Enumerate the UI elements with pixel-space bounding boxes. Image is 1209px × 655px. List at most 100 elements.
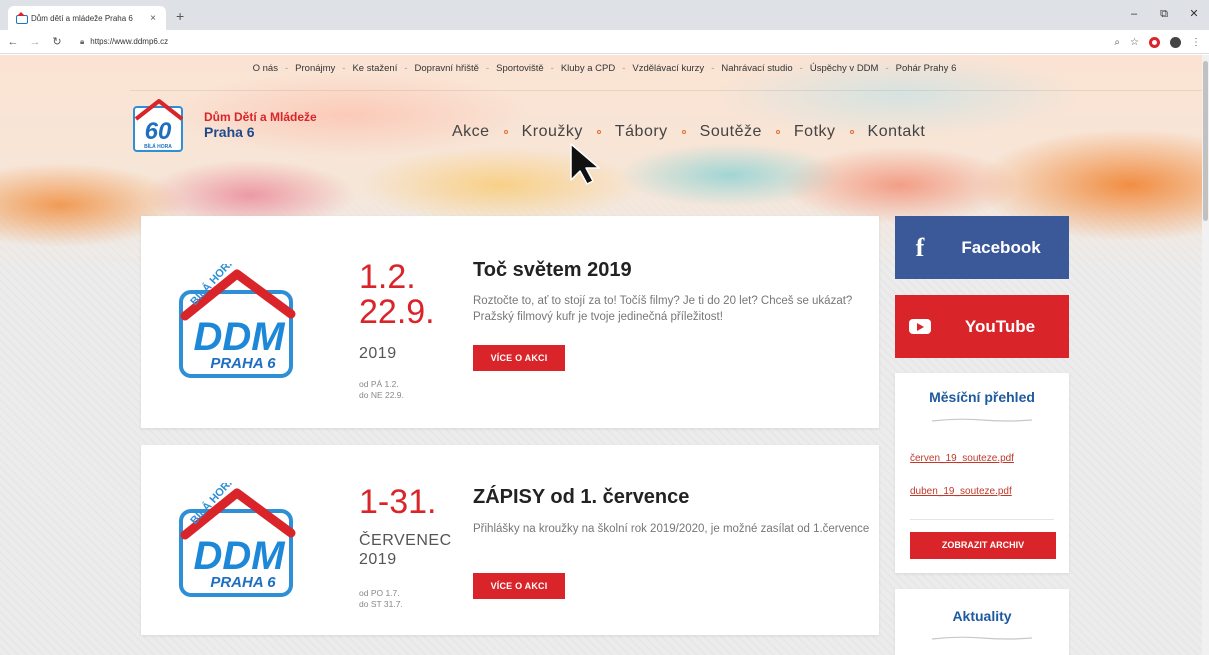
- top-nav-item[interactable]: Sportoviště: [496, 63, 544, 74]
- menu-icon[interactable]: ⋮: [1191, 37, 1201, 48]
- event-card: BÍLÁ HORA DDM PRAHA 6 1.2. 22.9. 2019 od…: [141, 216, 879, 428]
- pdf-link[interactable]: červen_19_souteze.pdf: [910, 453, 1014, 464]
- youtube-icon: [909, 319, 931, 334]
- top-nav-item[interactable]: Vzdělávací kurzy: [632, 63, 704, 74]
- top-nav-item[interactable]: Ke stažení: [352, 63, 397, 74]
- event-date-range: od PÁ 1.2. do NE 22.9.: [359, 379, 404, 402]
- bookmark-star-icon[interactable]: ☆: [1130, 37, 1139, 48]
- event-card: BÍLÁ HORA DDM PRAHA 6 1-31. ČERVENEC 201…: [141, 445, 879, 635]
- logo-main-text: DDM: [193, 315, 286, 359]
- squiggle-divider-icon: [932, 418, 1032, 422]
- address-bar[interactable]: 🔒︎ https://www.ddmp6.cz: [80, 33, 168, 51]
- show-archive-button[interactable]: ZOBRAZIT ARCHIV: [910, 532, 1056, 559]
- facebook-button[interactable]: f Facebook: [895, 216, 1069, 279]
- event-date: 1-31.: [359, 485, 437, 520]
- more-about-event-button[interactable]: VÍCE O AKCI: [473, 573, 565, 599]
- event-range-line: od PO 1.7.: [359, 588, 400, 598]
- toolbar-actions: ⌕ ☆ ⋮: [1114, 30, 1201, 54]
- news-title[interactable]: Aktuality: [895, 608, 1069, 624]
- main-nav-dot-icon: [849, 130, 854, 134]
- brand-name-line2: Praha 6: [204, 124, 255, 140]
- browser-toolbar: ← → ↻ 🔒︎ https://www.ddmp6.cz ⌕ ☆ ⋮: [0, 30, 1209, 54]
- main-nav-item[interactable]: Kontakt: [868, 123, 926, 141]
- main-nav-item[interactable]: Kroužky: [522, 123, 583, 141]
- url-text: https://www.ddmp6.cz: [90, 37, 169, 46]
- event-year: 2019: [359, 345, 397, 362]
- main-nav-item[interactable]: Akce: [452, 123, 490, 141]
- news-box: Aktuality: [895, 589, 1069, 655]
- event-title[interactable]: Toč světem 2019: [473, 259, 632, 282]
- event-date: 1.2. 22.9.: [359, 260, 435, 329]
- close-window-button[interactable]: ✕: [1179, 0, 1209, 30]
- top-nav-separator: -: [485, 63, 490, 74]
- minimize-button[interactable]: –: [1119, 0, 1149, 30]
- tab-close-icon[interactable]: ×: [148, 13, 158, 24]
- top-nav-separator: -: [799, 63, 803, 74]
- monthly-overview-box: Měsíční přehled červen_19_souteze.pdf du…: [895, 373, 1069, 573]
- browser-tab[interactable]: Dům dětí a mládeže Praha 6 ×: [8, 6, 166, 30]
- logo-main-text: DDM: [193, 534, 286, 578]
- monthly-overview-title: Měsíční přehled: [929, 389, 1035, 405]
- forward-icon[interactable]: →: [26, 36, 44, 48]
- reload-icon[interactable]: ↻: [48, 35, 66, 48]
- opera-icon[interactable]: [1149, 36, 1160, 48]
- event-description: Roztočte to, ať to stojí za to! Točíš fi…: [473, 295, 853, 323]
- divider: [130, 90, 1205, 91]
- extension-icon[interactable]: [1170, 36, 1181, 48]
- lock-icon: 🔒︎: [80, 36, 85, 46]
- event-unit-line: ČERVENEC: [359, 532, 452, 549]
- main-nav-dot-icon: [775, 130, 780, 134]
- new-tab-button[interactable]: +: [176, 8, 184, 24]
- main-nav-item[interactable]: Tábory: [615, 123, 668, 141]
- ddm-logo-icon: BÍLÁ HORA DDM PRAHA 6: [175, 254, 297, 385]
- logo-sub-text: PRAHA 6: [210, 355, 276, 372]
- window-controls: – ⧉ ✕: [1119, 0, 1209, 30]
- zoom-icon[interactable]: ⌕: [1114, 37, 1120, 48]
- facebook-label: Facebook: [961, 237, 1041, 257]
- web-page: O nás - Pronájmy - Ke stažení - Dopravní hřišt…: [0, 55, 1209, 655]
- event-unit-line: 2019: [359, 345, 397, 362]
- youtube-label: YouTube: [964, 316, 1036, 336]
- scrollbar-thumb[interactable]: [1203, 61, 1208, 221]
- event-unit-line: 2019: [359, 551, 397, 569]
- main-nav-dot-icon: [503, 130, 508, 134]
- top-nav-separator: -: [404, 63, 408, 74]
- event-date-line: 1.2.: [359, 258, 416, 296]
- brand-badge-number: 60: [145, 118, 172, 145]
- mouse-cursor-icon: [570, 143, 600, 185]
- top-nav-separator: -: [550, 63, 554, 74]
- page-scrollbar[interactable]: [1202, 55, 1209, 655]
- pdf-link[interactable]: duben_19_souteze.pdf: [910, 486, 1012, 497]
- top-nav-separator: -: [284, 63, 289, 74]
- main-nav-item[interactable]: Fotky: [794, 123, 836, 141]
- more-about-event-button[interactable]: VÍCE O AKCI: [473, 345, 565, 371]
- top-navigation: O nás - Pronájmy - Ke stažení - Dopravní hřišt…: [0, 63, 1209, 74]
- event-date-range: od PO 1.7. do ST 31.7.: [359, 588, 403, 611]
- event-title[interactable]: ZÁPISY od 1. července: [473, 486, 689, 509]
- top-nav-separator: -: [885, 63, 889, 74]
- back-icon[interactable]: ←: [4, 36, 22, 48]
- logo-sub-text: PRAHA 6: [210, 574, 276, 591]
- main-nav-item[interactable]: Soutěže: [700, 123, 762, 141]
- event-date-line: 1-31.: [359, 483, 437, 521]
- main-navigation: Akce Kroužky Tábory Soutěže Fotky Kontakt: [452, 123, 925, 141]
- top-nav-item[interactable]: Dopravní hřiště: [415, 63, 479, 74]
- top-nav-item[interactable]: Pronájmy: [295, 63, 335, 74]
- brand-name-line1: Dům Dětí a Mládeže: [204, 110, 317, 124]
- brand-text: Dům Dětí a Mládeže Praha 6: [204, 110, 317, 140]
- top-nav-item[interactable]: O nás: [253, 63, 278, 74]
- event-date-line: 22.9.: [359, 292, 435, 331]
- youtube-button[interactable]: YouTube: [895, 295, 1069, 358]
- event-description: Přihlášky na kroužky na školní rok 2019/…: [473, 523, 870, 535]
- top-nav-item[interactable]: Kluby a CPD: [561, 63, 615, 74]
- top-nav-item[interactable]: Pohár Prahy 6: [896, 63, 957, 74]
- top-nav-item[interactable]: Úspěchy v DDM: [810, 63, 879, 74]
- main-nav-dot-icon: [596, 130, 601, 134]
- browser-tab-bar: Dům dětí a mládeže Praha 6 × + – ⧉ ✕: [0, 0, 1209, 30]
- main-nav-dot-icon: [681, 130, 686, 134]
- top-nav-item[interactable]: Nahrávací studio: [721, 63, 792, 74]
- site-brand[interactable]: 60 BÍLÁ HORA Dům Dětí a Mládeže Praha 6: [132, 97, 317, 153]
- restore-button[interactable]: ⧉: [1149, 0, 1179, 30]
- event-range-line: do NE 22.9.: [359, 390, 404, 401]
- tab-title: Dům dětí a mládeže Praha 6: [31, 13, 133, 23]
